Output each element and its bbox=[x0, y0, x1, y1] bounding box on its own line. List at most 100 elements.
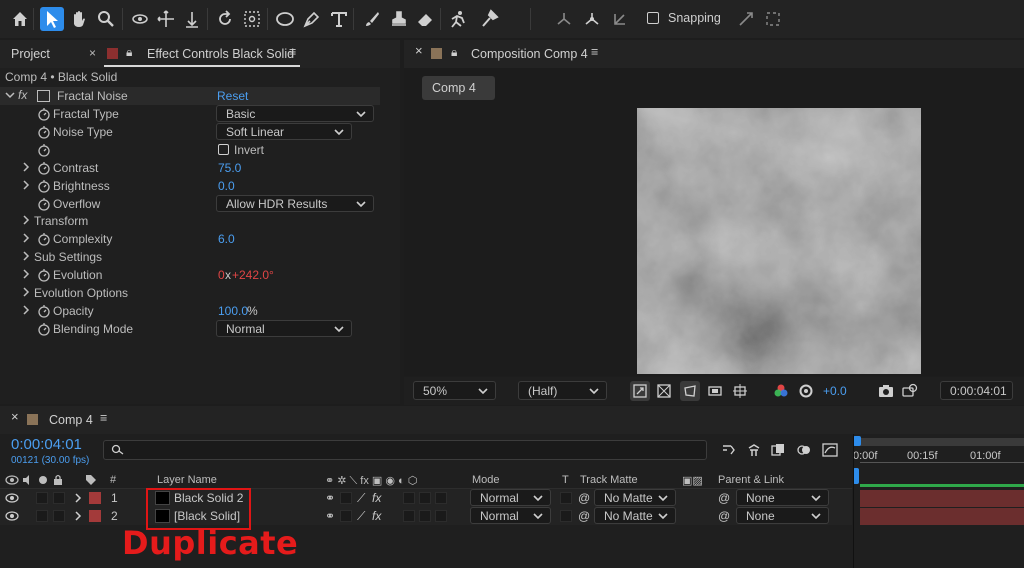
solo-switch[interactable] bbox=[36, 492, 48, 504]
group-sub-settings[interactable]: Sub Settings bbox=[0, 248, 380, 266]
close-icon[interactable]: × bbox=[415, 43, 423, 58]
shy-switch-icon[interactable]: ⚭ bbox=[325, 491, 335, 505]
preserve-transparency-switch[interactable] bbox=[560, 510, 572, 522]
chevron-down-icon[interactable] bbox=[5, 90, 15, 100]
close-icon[interactable]: × bbox=[89, 46, 96, 60]
stopwatch-icon[interactable] bbox=[37, 268, 51, 282]
lock-icon[interactable]: 🔒︎ bbox=[451, 45, 457, 60]
shy-layers-icon[interactable] bbox=[744, 440, 764, 460]
close-icon[interactable]: × bbox=[11, 409, 19, 424]
exposure-value[interactable]: +0.0 bbox=[823, 384, 847, 398]
axis-local-icon[interactable] bbox=[552, 7, 576, 31]
work-area-start-handle[interactable] bbox=[853, 436, 861, 446]
tab-composition[interactable]: Composition Comp 4 bbox=[471, 47, 588, 61]
track-matte-dropdown[interactable]: No Matte bbox=[594, 489, 676, 506]
frame-blending-icon[interactable] bbox=[768, 440, 788, 460]
chevron-right-icon[interactable] bbox=[73, 511, 83, 521]
noise-type-dropdown[interactable]: Soft Linear bbox=[216, 123, 352, 140]
rotate-icon[interactable] bbox=[213, 7, 237, 31]
table-row[interactable]: 1 Black Solid 2 ⚭ ⟋ fx Normal @ No Matte… bbox=[0, 489, 852, 507]
axis-view-icon[interactable] bbox=[608, 7, 632, 31]
layer-duration-bar[interactable] bbox=[860, 490, 1024, 507]
lock-switch[interactable] bbox=[53, 492, 65, 504]
stopwatch-icon[interactable] bbox=[37, 304, 51, 318]
stopwatch-icon[interactable] bbox=[37, 107, 51, 121]
show-snapshot-icon[interactable] bbox=[900, 381, 920, 401]
audio-icon[interactable] bbox=[22, 475, 32, 485]
3d-switch[interactable] bbox=[435, 492, 447, 504]
chevron-right-icon[interactable] bbox=[21, 269, 31, 279]
chevron-right-icon[interactable] bbox=[21, 305, 31, 315]
motion-blur-switch[interactable] bbox=[403, 492, 415, 504]
stopwatch-icon[interactable] bbox=[37, 179, 51, 193]
hand-icon[interactable] bbox=[67, 7, 91, 31]
pickwhip-icon[interactable]: @ bbox=[578, 509, 590, 523]
reset-exposure-icon[interactable] bbox=[796, 381, 816, 401]
mask-visibility-icon[interactable] bbox=[680, 381, 700, 401]
chevron-right-icon[interactable] bbox=[21, 162, 31, 172]
chevron-right-icon[interactable] bbox=[73, 493, 83, 503]
effect-header-row[interactable]: fx Fractal Noise Reset bbox=[0, 87, 380, 105]
orbit-icon[interactable] bbox=[128, 7, 152, 31]
tab-effect-controls[interactable]: Effect Controls Black Solid bbox=[147, 47, 294, 61]
evolution-degrees[interactable]: +242.0° bbox=[232, 268, 274, 282]
complexity-value[interactable]: 6.0 bbox=[218, 232, 235, 246]
solo-icon[interactable] bbox=[39, 476, 47, 484]
chevron-right-icon[interactable] bbox=[21, 287, 31, 297]
parent-dropdown[interactable]: None bbox=[736, 507, 829, 524]
type-icon[interactable] bbox=[327, 7, 351, 31]
tab-project[interactable]: Project bbox=[11, 47, 50, 61]
fx-switch-icon[interactable]: fx bbox=[372, 491, 381, 505]
col-layer-name[interactable]: Layer Name bbox=[157, 474, 217, 486]
invert-checkbox[interactable] bbox=[218, 144, 229, 155]
track-matte-dropdown[interactable]: No Matte bbox=[594, 507, 676, 524]
panel-menu-icon[interactable]: ≡ bbox=[591, 45, 598, 59]
stopwatch-icon[interactable] bbox=[37, 232, 51, 246]
quality-switch-icon[interactable]: ⟋ bbox=[357, 509, 365, 524]
home-icon[interactable] bbox=[8, 7, 32, 31]
parent-pickwhip-icon[interactable]: @ bbox=[718, 491, 730, 505]
collapse-switch[interactable] bbox=[340, 510, 352, 522]
eye-icon[interactable] bbox=[5, 511, 19, 521]
stopwatch-icon[interactable] bbox=[37, 197, 51, 211]
label-tag-icon[interactable] bbox=[85, 474, 97, 485]
overflow-dropdown[interactable]: Allow HDR Results bbox=[216, 195, 374, 212]
eye-icon[interactable] bbox=[5, 493, 19, 503]
stopwatch-icon[interactable] bbox=[37, 322, 51, 336]
fx-switch-icon[interactable]: fx bbox=[372, 509, 381, 523]
group-evolution-options[interactable]: Evolution Options bbox=[0, 284, 380, 302]
tab-timeline-comp[interactable]: Comp 4 bbox=[49, 413, 93, 427]
collapse-switch[interactable] bbox=[340, 492, 352, 504]
quality-switch-icon[interactable]: ⟋ bbox=[357, 491, 365, 506]
layer-label-color[interactable] bbox=[89, 492, 101, 504]
motion-blur-switch[interactable] bbox=[403, 510, 415, 522]
snap-edges-icon[interactable] bbox=[734, 7, 758, 31]
fast-preview-icon[interactable] bbox=[630, 381, 650, 401]
stopwatch-icon[interactable] bbox=[37, 161, 51, 175]
layer-search-input[interactable] bbox=[103, 440, 707, 460]
roto-icon[interactable] bbox=[446, 7, 470, 31]
mode-dropdown[interactable]: Normal bbox=[470, 489, 551, 506]
snapshot-icon[interactable] bbox=[876, 381, 896, 401]
mode-dropdown[interactable]: Normal bbox=[470, 507, 551, 524]
pan-icon[interactable] bbox=[154, 7, 178, 31]
stamp-icon[interactable] bbox=[387, 7, 411, 31]
comp-flowchart-icon[interactable] bbox=[719, 440, 739, 460]
contrast-value[interactable]: 75.0 bbox=[218, 161, 241, 175]
chevron-right-icon[interactable] bbox=[21, 251, 31, 261]
motion-blur-icon[interactable] bbox=[794, 440, 814, 460]
solo-switch[interactable] bbox=[36, 510, 48, 522]
shy-switch-icon[interactable]: ⚭ bbox=[325, 509, 335, 523]
pickwhip-icon[interactable]: @ bbox=[578, 491, 590, 505]
ellipse-icon[interactable] bbox=[273, 7, 297, 31]
current-time[interactable]: 0:00:04:01 bbox=[11, 436, 82, 453]
adjustment-switch[interactable] bbox=[419, 492, 431, 504]
panel-menu-icon[interactable]: ≡ bbox=[289, 45, 296, 59]
lock-switch[interactable] bbox=[53, 510, 65, 522]
snapping-checkbox[interactable] bbox=[647, 12, 659, 24]
snap-features-icon[interactable] bbox=[761, 7, 785, 31]
layer-duration-bar[interactable] bbox=[860, 508, 1024, 525]
evolution-revolutions[interactable]: 0 bbox=[218, 268, 225, 282]
preserve-transparency-switch[interactable] bbox=[560, 492, 572, 504]
color-channels-icon[interactable] bbox=[771, 381, 791, 401]
